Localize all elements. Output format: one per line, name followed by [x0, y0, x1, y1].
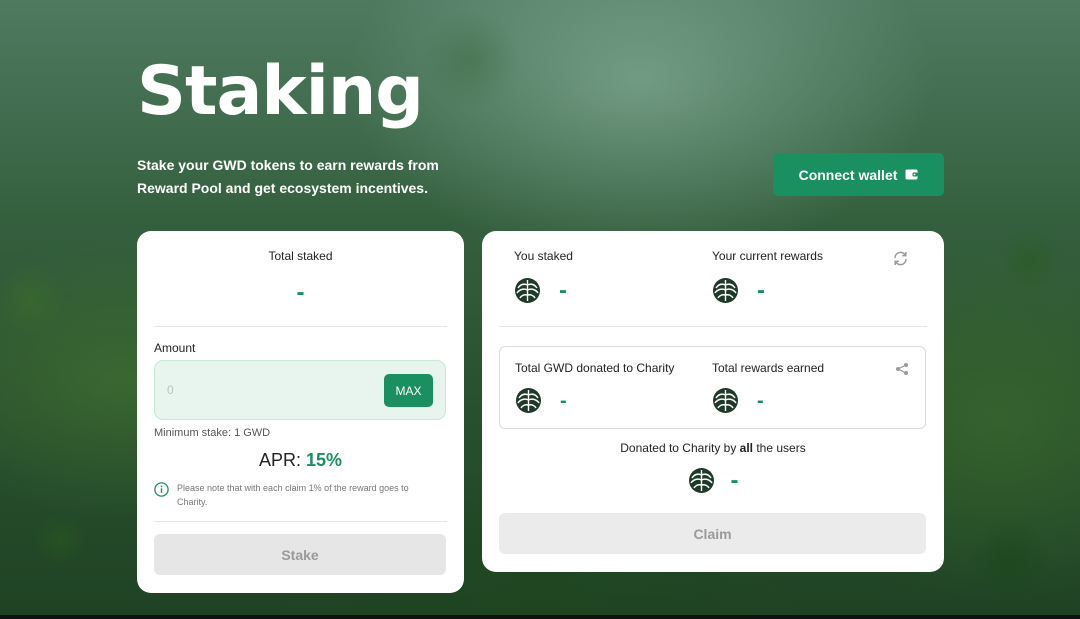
gwd-token-icon	[713, 278, 738, 303]
charity-all-users-label: Donated to Charity by all the users	[482, 441, 944, 455]
connect-wallet-label: Connect wallet	[798, 166, 898, 183]
apr-value: 15%	[306, 450, 343, 470]
charity-all-suffix: the users	[753, 441, 806, 455]
charity-all-prefix: Donated to Charity by	[620, 441, 740, 455]
gwd-token-icon	[713, 388, 738, 413]
apr-label: APR:	[258, 450, 301, 470]
total-donated-label: Total GWD donated to Charity	[515, 361, 675, 375]
charity-all-users-value: -	[730, 466, 739, 494]
gwd-token-icon	[688, 468, 714, 493]
total-staked-value: -	[296, 279, 305, 306]
bottom-edge	[0, 615, 1080, 619]
stake-card: Total staked - Amount MAX Minimum stake:…	[137, 231, 464, 593]
you-staked-label: You staked	[514, 249, 573, 263]
divider	[499, 326, 927, 327]
current-rewards-stat: Your current rewards -	[712, 249, 823, 304]
total-staked-label: Total staked	[268, 249, 333, 263]
charity-all-users-stat: -	[482, 467, 944, 494]
refresh-icon[interactable]	[892, 250, 909, 267]
total-rewards-value: -	[757, 389, 764, 412]
page-subtitle: Stake your GWD tokens to earn rewards fr…	[137, 157, 439, 196]
connect-wallet-button[interactable]: Connect wallet	[773, 153, 944, 196]
charity-all-bold: all	[739, 441, 754, 455]
claim-button[interactable]: Claim	[499, 513, 926, 554]
divider	[154, 521, 447, 522]
page-title: Staking	[137, 52, 424, 131]
share-icon[interactable]	[895, 362, 909, 376]
charity-note: Please note that with each claim 1% of t…	[154, 481, 414, 509]
gwd-token-icon	[516, 388, 541, 413]
total-donated-value: -	[560, 389, 567, 412]
minimum-stake-text: Minimum stake: 1 GWD	[154, 427, 271, 439]
gwd-token-icon	[515, 278, 540, 303]
max-button[interactable]: MAX	[384, 374, 433, 407]
total-donated-stat: Total GWD donated to Charity -	[515, 361, 674, 414]
current-rewards-label: Your current rewards	[712, 249, 823, 263]
apr-display: APR: 15%	[137, 450, 464, 471]
current-rewards-value: -	[757, 276, 765, 304]
total-rewards-label: Total rewards earned	[712, 361, 825, 375]
divider	[154, 326, 447, 327]
wallet-icon	[905, 169, 918, 180]
charity-note-text: Please note that with each claim 1% of t…	[177, 483, 409, 507]
you-staked-value: -	[559, 276, 567, 304]
amount-label: Amount	[154, 341, 196, 355]
rewards-card: You staked - Your current rewards - Tota…	[482, 231, 944, 572]
info-icon	[154, 482, 169, 497]
stake-button[interactable]: Stake	[154, 534, 446, 575]
amount-field: MAX	[154, 360, 446, 420]
you-staked-stat: You staked -	[514, 249, 573, 304]
total-rewards-stat: Total rewards earned -	[712, 361, 824, 414]
amount-input[interactable]	[167, 379, 367, 401]
